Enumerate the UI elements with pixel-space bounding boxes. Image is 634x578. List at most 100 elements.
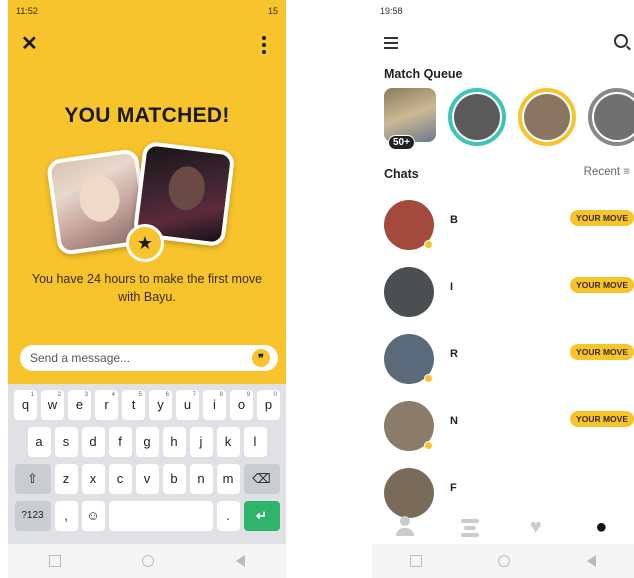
recents-icon[interactable] bbox=[48, 555, 61, 567]
key-p[interactable]: p0 bbox=[257, 389, 280, 420]
menu-icon[interactable] bbox=[384, 37, 398, 52]
system-nav-bar bbox=[8, 544, 286, 578]
chat-row[interactable]: I YOUR MOVE bbox=[384, 267, 634, 327]
your-move-badge: YOUR MOVE bbox=[570, 411, 634, 427]
discover-tab-icon[interactable] bbox=[459, 516, 481, 538]
chat-name: R bbox=[450, 348, 458, 360]
key-k[interactable]: k bbox=[216, 426, 240, 457]
face-shape bbox=[76, 173, 123, 225]
sort-label: Recent bbox=[583, 166, 621, 178]
sort-control[interactable]: Recent ≡ bbox=[584, 166, 630, 178]
queue-avatar[interactable] bbox=[518, 88, 576, 146]
chats-label: Chats bbox=[384, 167, 419, 181]
face-shape bbox=[166, 164, 208, 213]
chat-row[interactable]: B YOUR MOVE bbox=[384, 200, 634, 260]
recents-icon[interactable] bbox=[410, 555, 423, 567]
quote-icon[interactable]: ❞ bbox=[252, 349, 270, 367]
key-t[interactable]: t5 bbox=[122, 389, 145, 420]
key-number-hint: 4 bbox=[111, 391, 115, 398]
avatar bbox=[384, 267, 434, 317]
emoji-key[interactable]: ☺ bbox=[81, 500, 105, 531]
keyboard: q1w2e3r4t5y6u7i8o9p0 asdfghjkl ⇧ zxcvbnm… bbox=[8, 384, 286, 544]
key-i[interactable]: i8 bbox=[203, 389, 226, 420]
message-placeholder: Send a message... bbox=[30, 351, 131, 365]
close-icon[interactable]: ✕ bbox=[21, 34, 38, 54]
avatar bbox=[524, 94, 570, 140]
profile-tab-icon[interactable] bbox=[394, 516, 416, 538]
top-bar bbox=[372, 22, 634, 60]
comma-key[interactable]: , bbox=[54, 500, 78, 531]
match-queue-label: Match Queue bbox=[384, 67, 463, 81]
key-a[interactable]: a bbox=[27, 426, 51, 457]
key-b[interactable]: b bbox=[162, 463, 186, 494]
symbols-key[interactable]: ?123 bbox=[14, 500, 51, 531]
chats-tab-icon[interactable]: ● bbox=[590, 516, 612, 538]
backspace-key[interactable]: ⌫ bbox=[243, 463, 280, 494]
key-number-hint: 8 bbox=[219, 391, 223, 398]
key-o[interactable]: o9 bbox=[230, 389, 253, 420]
period-key[interactable]: . bbox=[216, 500, 240, 531]
home-icon[interactable] bbox=[498, 555, 511, 567]
match-subtitle: You have 24 hours to make the first move… bbox=[31, 272, 263, 304]
chats-screen: 19:58 Match Queue 50+ Chats Recent ≡ B YO… bbox=[372, 0, 634, 578]
back-icon[interactable] bbox=[586, 555, 596, 567]
more-options-icon[interactable] bbox=[262, 36, 266, 57]
key-j[interactable]: j bbox=[189, 426, 213, 457]
key-y[interactable]: y6 bbox=[149, 389, 172, 420]
back-icon[interactable] bbox=[236, 555, 246, 567]
key-number-hint: 6 bbox=[165, 391, 169, 398]
key-c[interactable]: c bbox=[108, 463, 132, 494]
key-l[interactable]: l bbox=[243, 426, 267, 457]
key-u[interactable]: u7 bbox=[176, 389, 199, 420]
keyboard-row: ?123 , ☺ . ↵ bbox=[11, 499, 283, 532]
system-nav-bar bbox=[372, 544, 634, 578]
key-n[interactable]: n bbox=[189, 463, 213, 494]
key-r[interactable]: r4 bbox=[95, 389, 118, 420]
shift-key[interactable]: ⇧ bbox=[14, 463, 51, 494]
key-q[interactable]: q1 bbox=[14, 389, 37, 420]
status-time: 11:52 bbox=[16, 6, 38, 16]
key-m[interactable]: m bbox=[216, 463, 240, 494]
queue-stack-photo bbox=[384, 88, 436, 142]
chat-row[interactable]: N YOUR MOVE bbox=[384, 401, 634, 461]
match-title: YOU MATCHED! bbox=[64, 104, 230, 127]
enter-key[interactable]: ↵ bbox=[243, 500, 280, 531]
search-icon[interactable] bbox=[614, 34, 628, 48]
queue-avatar[interactable] bbox=[448, 88, 506, 146]
bottom-tab-bar: ♥ ● bbox=[372, 508, 634, 546]
key-z[interactable]: z bbox=[54, 463, 78, 494]
chat-name: I bbox=[450, 281, 454, 293]
key-h[interactable]: h bbox=[162, 426, 186, 457]
status-battery: 15 bbox=[267, 6, 278, 16]
key-g[interactable]: g bbox=[135, 426, 159, 457]
key-e[interactable]: e3 bbox=[68, 389, 91, 420]
keyboard-row: ⇧ zxcvbnm ⌫ bbox=[11, 462, 283, 495]
key-x[interactable]: x bbox=[81, 463, 105, 494]
likes-tab-icon[interactable]: ♥ bbox=[525, 516, 547, 538]
sort-icon: ≡ bbox=[623, 166, 630, 178]
key-number-hint: 3 bbox=[84, 391, 88, 398]
queue-avatar[interactable] bbox=[588, 88, 634, 146]
status-time: 19:58 bbox=[380, 6, 403, 16]
key-v[interactable]: v bbox=[135, 463, 159, 494]
message-input[interactable]: Send a message... ❞ bbox=[20, 345, 278, 371]
key-number-hint: 7 bbox=[192, 391, 196, 398]
key-s[interactable]: s bbox=[54, 426, 78, 457]
online-dot bbox=[424, 441, 433, 450]
key-number-hint: 9 bbox=[246, 391, 250, 398]
avatar bbox=[454, 94, 500, 140]
queue-count-badge: 50+ bbox=[388, 135, 415, 150]
space-key[interactable] bbox=[108, 500, 213, 531]
online-dot bbox=[424, 240, 433, 249]
key-number-hint: 5 bbox=[138, 391, 142, 398]
online-dot bbox=[424, 374, 433, 383]
key-w[interactable]: w2 bbox=[41, 389, 64, 420]
match-screen: 11:52 15 ✕ YOU MATCHED! ★ You have 24 ho… bbox=[8, 0, 286, 578]
key-d[interactable]: d bbox=[81, 426, 105, 457]
key-number-hint: 0 bbox=[273, 391, 277, 398]
chat-row[interactable]: R YOUR MOVE bbox=[384, 334, 634, 394]
queue-stack[interactable]: 50+ bbox=[384, 88, 436, 150]
key-f[interactable]: f bbox=[108, 426, 132, 457]
chat-name: B bbox=[450, 214, 458, 226]
home-icon[interactable] bbox=[142, 555, 155, 567]
